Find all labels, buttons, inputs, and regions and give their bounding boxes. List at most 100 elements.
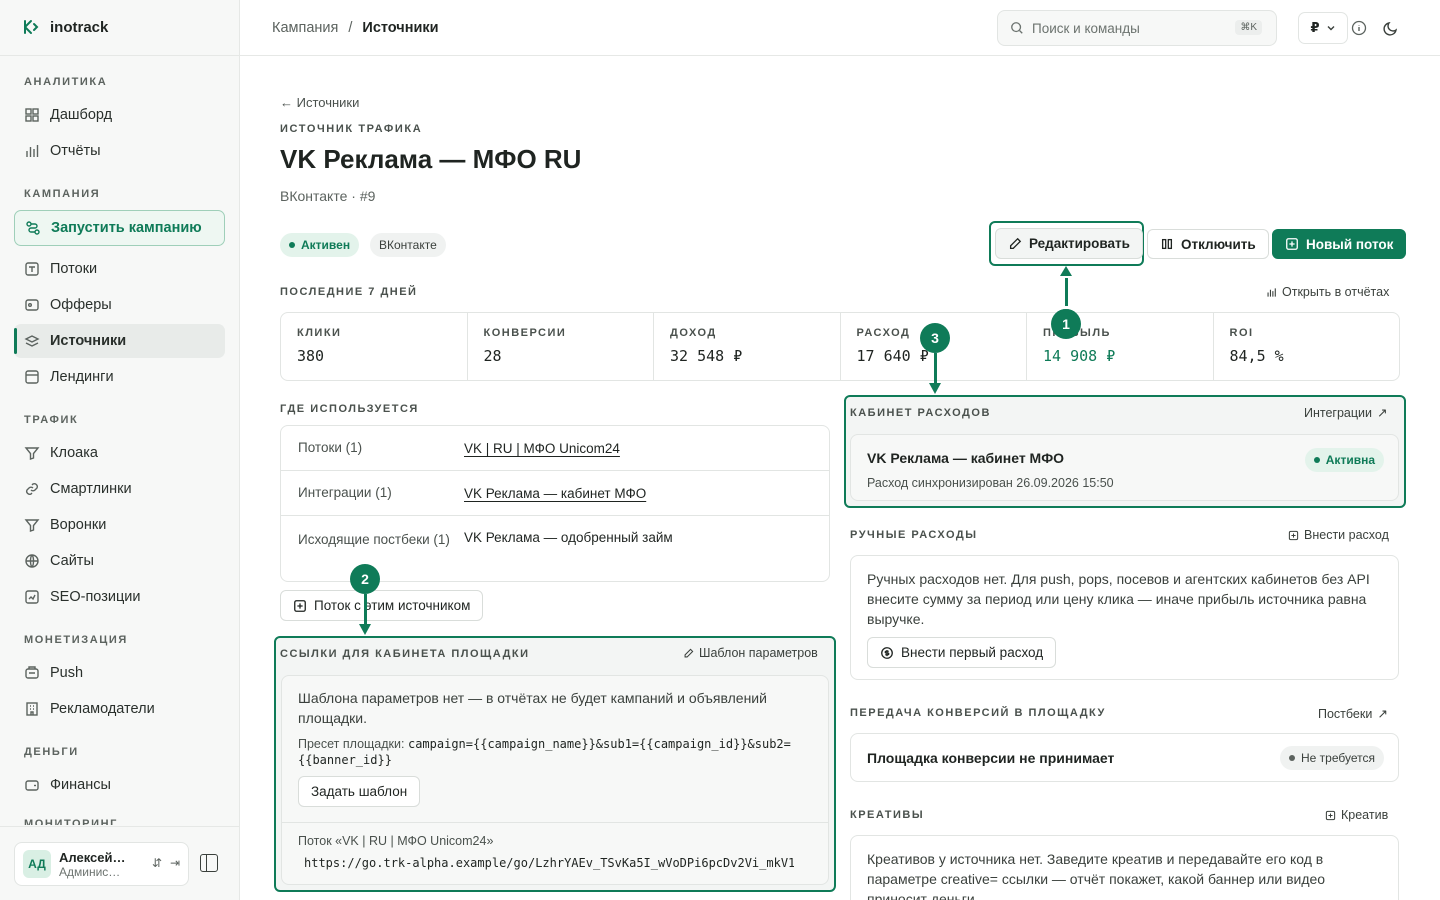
cabinet-status-label: Активна bbox=[1325, 453, 1375, 467]
currency-value: ₽ bbox=[1310, 20, 1320, 35]
search-icon bbox=[1011, 22, 1023, 34]
flow-url[interactable]: https://go.trk-alpha.example/go/LzhrYAEv… bbox=[304, 856, 794, 870]
sidebar-item-label: Push bbox=[50, 665, 84, 681]
usage-row: Потоки (1) VK | RU | МФО Unicom24 bbox=[281, 426, 829, 471]
creatives-panel: Креативов у источника нет. Заведите креа… bbox=[850, 835, 1399, 900]
sidebar-item-funnels[interactable]: Воронки bbox=[14, 508, 225, 542]
usage-value-postback: VK Реклама — одобренный займ bbox=[464, 530, 673, 545]
conversions-status-badge: Не требуется bbox=[1280, 746, 1384, 770]
marker-1-badge: 1 bbox=[1051, 309, 1081, 339]
conversions-text: Площадка конверсии не принимает bbox=[867, 750, 1115, 766]
integrations-link-label: Интеграции bbox=[1304, 405, 1373, 420]
set-template-button[interactable]: Задать шаблон bbox=[298, 776, 421, 807]
expense-cabinet-card[interactable]: VK Реклама — кабинет МФО Активна Расход … bbox=[850, 434, 1399, 501]
sidebar-item-offers[interactable]: Офферы bbox=[14, 288, 225, 322]
pencil-icon bbox=[1009, 237, 1022, 249]
sidebar-collapse-icon[interactable] bbox=[200, 854, 218, 872]
stat-revenue: ДОХОД 32 548 ₽ bbox=[654, 313, 841, 380]
marker-3: 3 bbox=[920, 323, 950, 353]
status-badge: Активен bbox=[280, 233, 360, 257]
user-card[interactable]: АД Алексей… Админис… ⇵ ⇥ bbox=[14, 842, 189, 886]
first-expense-button[interactable]: Внести первый расход bbox=[867, 637, 1057, 668]
sidebar-item-reports[interactable]: Отчёты bbox=[14, 134, 225, 168]
edit-button[interactable]: Редактировать bbox=[995, 228, 1143, 259]
stat-value: 380 bbox=[297, 347, 325, 365]
arrow-down-icon bbox=[929, 383, 941, 394]
new-flow-button-label: Новый поток bbox=[1306, 236, 1394, 252]
usage-link-flow[interactable]: VK | RU | МФО Unicom24 bbox=[464, 441, 620, 456]
funnel-icon bbox=[24, 519, 40, 532]
back-link[interactable]: ← Источники bbox=[280, 95, 359, 110]
moon-icon[interactable] bbox=[1383, 20, 1399, 36]
postbacks-link[interactable]: Постбеки ↗ bbox=[1318, 706, 1388, 722]
first-expense-label: Внести первый расход bbox=[901, 645, 1044, 660]
sidebar-item-sites[interactable]: Сайты bbox=[14, 544, 225, 578]
edit-button-label: Редактировать bbox=[1029, 236, 1130, 251]
sidebar-item-label: Источники bbox=[50, 333, 127, 349]
sidebar-item-sources[interactable]: Источники bbox=[14, 324, 225, 358]
sidebar-item-landings[interactable]: Лендинги bbox=[14, 360, 225, 394]
open-reports-link[interactable]: Открыть в отчётах bbox=[1266, 285, 1389, 299]
sidebar-item-seo[interactable]: SEO-позиции bbox=[14, 580, 225, 614]
manual-label: РУЧНЫЕ РАСХОДЫ bbox=[850, 529, 978, 541]
currency-select[interactable]: ₽ bbox=[1298, 12, 1348, 44]
pencil-icon bbox=[684, 648, 694, 657]
logo[interactable]: inotrack bbox=[22, 18, 108, 36]
status-dot bbox=[1313, 457, 1320, 463]
stat-label: КЛИКИ bbox=[297, 327, 342, 339]
layers-icon bbox=[24, 335, 40, 347]
stat-value: 14 908 ₽ bbox=[1043, 347, 1116, 365]
breadcrumb-campaign[interactable]: Кампания bbox=[272, 20, 338, 36]
nav-section-analytics: АНАЛИТИКА bbox=[24, 76, 108, 88]
back-link-label: Источники bbox=[296, 95, 360, 110]
search-input[interactable]: Поиск и команды ⌘K bbox=[997, 10, 1277, 46]
sidebar-item-label: Отчёты bbox=[50, 143, 101, 159]
logout-icon[interactable]: ⇥ bbox=[170, 856, 180, 870]
usage-key: Исходящие постбеки (1) bbox=[298, 532, 450, 547]
status-dot bbox=[289, 242, 295, 248]
links-label: ССЫЛКИ ДЛЯ КАБИНЕТА ПЛОЩАДКИ bbox=[280, 648, 530, 660]
stat-value: 84,5 % bbox=[1229, 347, 1284, 365]
postbacks-link-label: Постбеки bbox=[1318, 706, 1373, 721]
manual-text: Ручных расходов нет. Для push, pops, пос… bbox=[867, 571, 1370, 627]
sidebar-item-smartlinks[interactable]: Смартлинки bbox=[14, 472, 225, 506]
conversions-label: ПЕРЕДАЧА КОНВЕРСИЙ В ПЛОЩАДКУ bbox=[850, 707, 1106, 719]
sidebar-item-launch-campaign[interactable]: Запустить кампанию bbox=[14, 210, 225, 246]
usage-link-integration[interactable]: VK Реклама — кабинет МФО bbox=[464, 486, 646, 501]
sidebar-item-advertisers[interactable]: Рекламодатели bbox=[14, 692, 225, 726]
user-name: Алексей… bbox=[59, 849, 126, 865]
sidebar-item-push[interactable]: Push bbox=[14, 656, 225, 690]
flow-with-source-button[interactable]: Поток с этим источником bbox=[280, 590, 484, 621]
conversions-panel: Площадка конверсии не принимает Не требу… bbox=[850, 733, 1399, 782]
template-params-link[interactable]: Шаблон параметров bbox=[683, 646, 818, 660]
new-flow-button[interactable]: Новый поток bbox=[1272, 229, 1407, 259]
page-subtitle: ВКонтакте · #9 bbox=[280, 188, 376, 204]
add-expense-link[interactable]: Внести расход bbox=[1288, 528, 1389, 542]
template-params-label: Шаблон параметров bbox=[699, 646, 818, 660]
building-icon bbox=[26, 702, 38, 716]
sidebar-divider bbox=[0, 55, 239, 56]
expense-cabinet-label: КАБИНЕТ РАСХОДОВ bbox=[850, 407, 991, 419]
sidebar-item-cloaking[interactable]: Клоака bbox=[14, 436, 225, 470]
main-content: ← Источники ИСТОЧНИК ТРАФИКА VK Реклама … bbox=[240, 56, 1440, 900]
seo-icon bbox=[25, 590, 39, 604]
plus-square-icon bbox=[294, 599, 306, 612]
links-panel: Шаблона параметров нет — в отчётах не бу… bbox=[281, 675, 829, 885]
integrations-link[interactable]: Интеграции ↗ bbox=[1304, 405, 1388, 421]
nav-section-money: ДЕНЬГИ bbox=[24, 746, 79, 758]
sidebar-item-flows[interactable]: Потоки bbox=[14, 252, 225, 286]
add-creative-link[interactable]: Креатив bbox=[1325, 808, 1388, 822]
usage-key: Потоки (1) bbox=[298, 440, 363, 455]
sidebar-item-finance[interactable]: Финансы bbox=[14, 768, 225, 802]
push-icon bbox=[25, 666, 39, 679]
switch-icon[interactable]: ⇵ bbox=[152, 856, 162, 870]
info-icon[interactable] bbox=[1351, 20, 1367, 36]
marker-2: 2 bbox=[350, 564, 380, 594]
sidebar-item-dashboard[interactable]: Дашборд bbox=[14, 98, 225, 132]
avatar: АД bbox=[23, 850, 51, 878]
usage-label: ГДЕ ИСПОЛЬЗУЕТСЯ bbox=[280, 403, 419, 415]
disable-button[interactable]: Отключить bbox=[1147, 229, 1269, 259]
sidebar-item-label: Лендинги bbox=[50, 369, 114, 385]
usage-key: Интеграции (1) bbox=[298, 485, 392, 500]
stat-roi: ROI 84,5 % bbox=[1214, 313, 1400, 380]
